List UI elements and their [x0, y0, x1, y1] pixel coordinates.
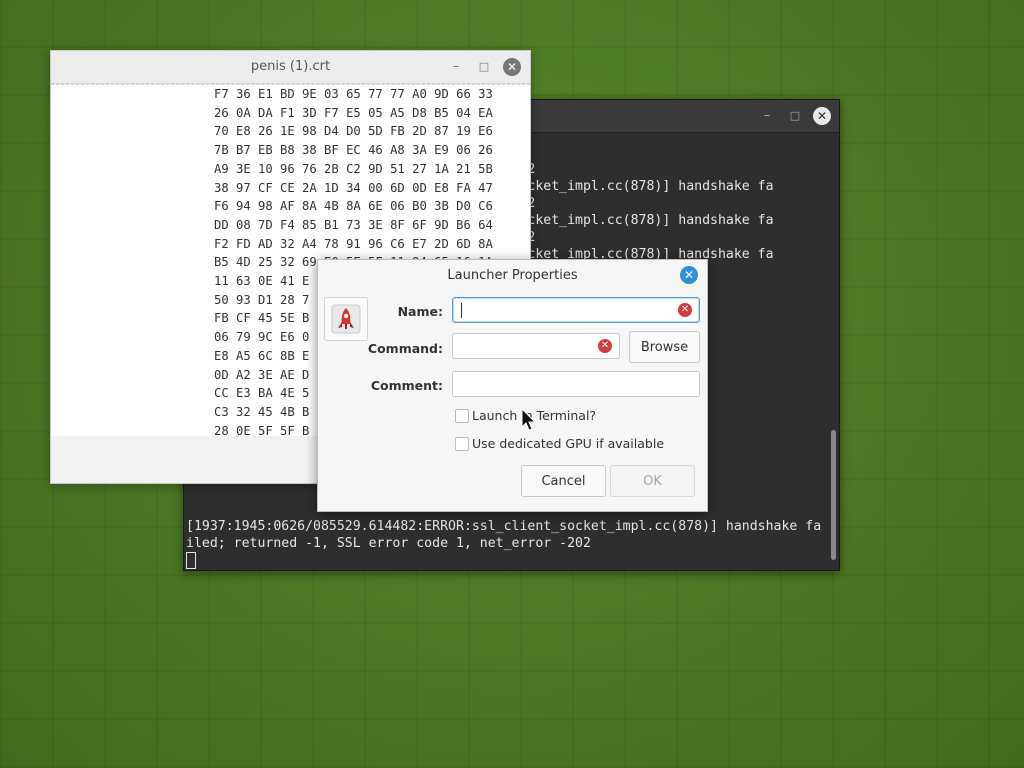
clear-icon[interactable]: ✕ [598, 339, 612, 353]
close-icon: ✕ [506, 60, 518, 74]
ok-button[interactable]: OK [610, 465, 695, 497]
hex-row: DD 08 7D F4 85 B1 73 3E 8F 6F 9D B6 64 [214, 217, 493, 232]
hex-row: 70 E8 26 1E 98 D4 D0 5D FB 2D 87 19 E6 [214, 124, 493, 139]
text-caret [461, 303, 462, 318]
hex-viewer-titlebar[interactable]: penis (1).crt – □ ✕ [51, 51, 530, 84]
close-button[interactable]: ✕ [503, 58, 521, 76]
minimize-button[interactable]: – [447, 58, 465, 76]
terminal-line: iled; returned -1, SSL error code 1, net… [186, 536, 591, 551]
hex-row: 26 0A DA F1 3D F7 E5 05 A5 D8 B5 04 EA [214, 105, 493, 120]
hex-row: F7 36 E1 BD 9E 03 65 77 77 A0 9D 66 33 [214, 87, 493, 101]
launcher-properties-dialog[interactable]: Launcher Properties ✕ Name: ✕ Command: ✕… [317, 259, 708, 512]
hex-row: F2 FD AD 32 A4 78 91 96 C6 E7 2D 6D 8A [214, 236, 493, 251]
dedicated-gpu-label[interactable]: Use dedicated GPU if available [472, 436, 664, 451]
hex-row: F6 94 98 AF 8A 4B 8A 6E 06 B0 3B D0 C6 [214, 199, 493, 214]
close-icon: ✕ [683, 268, 695, 282]
close-icon: ✕ [816, 109, 828, 123]
command-field[interactable]: ✕ [452, 333, 620, 359]
clear-icon[interactable]: ✕ [678, 303, 692, 317]
terminal-cursor [186, 552, 196, 569]
minimize-button[interactable]: – [758, 107, 776, 125]
terminal-line: [1937:1945:0626/085529.614482:ERROR:ssl_… [186, 519, 822, 534]
name-label: Name: [397, 304, 443, 319]
dialog-close-button[interactable]: ✕ [680, 266, 698, 284]
maximize-button[interactable]: □ [786, 107, 804, 125]
cancel-button[interactable]: Cancel [521, 465, 606, 497]
hex-row: 7B B7 EB B8 38 BF EC 46 A8 3A E9 06 26 [214, 143, 493, 158]
dialog-title: Launcher Properties [447, 268, 578, 283]
name-field[interactable]: ✕ [452, 297, 700, 323]
close-button[interactable]: ✕ [813, 107, 831, 125]
launch-in-terminal-checkbox[interactable] [455, 409, 469, 423]
dedicated-gpu-checkbox[interactable] [455, 437, 469, 451]
hex-row: A9 3E 10 96 76 2B C2 9D 51 27 1A 21 5B [214, 161, 493, 176]
terminal-scrollbar[interactable] [831, 430, 836, 560]
mouse-pointer-icon [521, 408, 537, 431]
maximize-button[interactable]: □ [475, 58, 493, 76]
comment-label: Comment: [370, 378, 443, 393]
hex-row: 38 97 CF CE 2A 1D 34 00 6D 0D E8 FA 47 [214, 180, 493, 195]
browse-button[interactable]: Browse [629, 331, 700, 363]
comment-field[interactable] [452, 371, 700, 397]
command-label: Command: [367, 341, 443, 356]
